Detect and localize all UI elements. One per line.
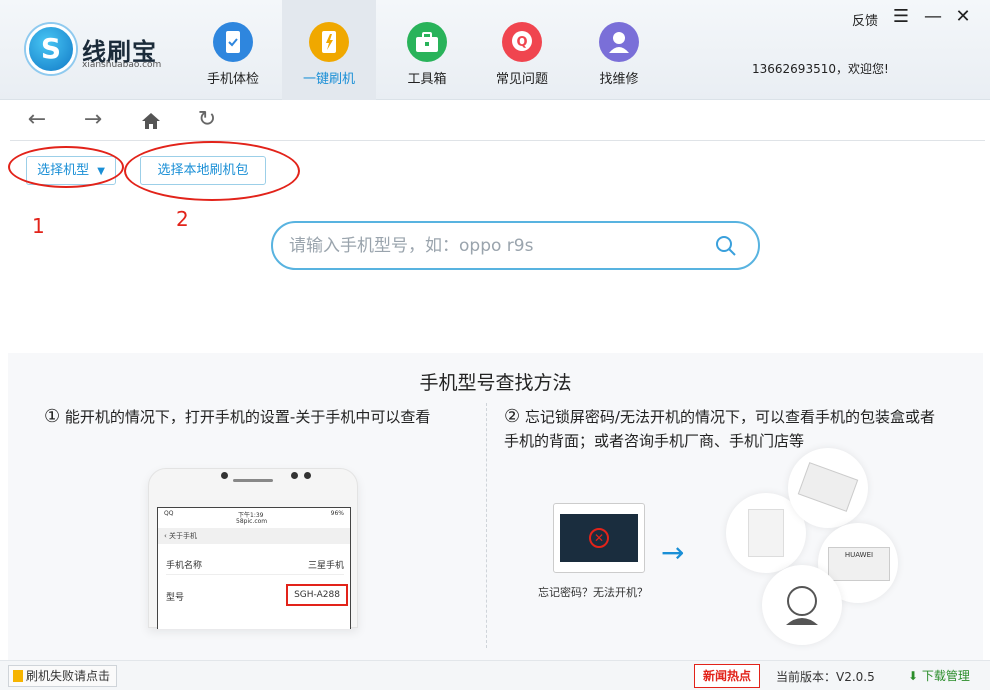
phone-status-bar: QQ 下午1:39 58pic.com 96%: [158, 508, 350, 528]
row-label: 手机名称: [166, 561, 203, 571]
annotation-ellipse-2: [124, 141, 300, 201]
tab-toolbox[interactable]: 工具箱: [380, 0, 474, 100]
status-left: QQ: [164, 510, 174, 517]
error-x-icon: ✕: [589, 528, 609, 548]
feedback-link[interactable]: 反馈: [852, 10, 878, 29]
repair-icon: [599, 22, 639, 62]
phone-check-icon: [213, 22, 253, 62]
phone-camera: [304, 472, 311, 479]
nav-toolbar: ← → ↻: [10, 100, 985, 141]
phone-screen: QQ 下午1:39 58pic.com 96% ‹ 关于手机 手机名称 三星手机…: [157, 507, 351, 629]
method-1-text: 能开机的情况下，打开手机的设置-关于手机中可以查看: [64, 408, 431, 426]
flash-fail-link[interactable]: 刷机失败请点击: [8, 665, 118, 687]
download-manager-link[interactable]: ⬇ 下载管理: [908, 667, 970, 684]
tab-one-click-flash[interactable]: 一键刷机: [282, 0, 376, 100]
phone-header: ‹ 关于手机: [158, 528, 350, 544]
method-1-number: ①: [44, 406, 61, 427]
tab-label: 工具箱: [407, 72, 447, 87]
box-lid: [797, 462, 859, 512]
method-2-text: 忘记锁屏密码/无法开机的情况下，可以查看手机的包装盒或者手机的背面；或者咨询手机…: [504, 408, 935, 450]
home-icon[interactable]: [136, 106, 166, 136]
phone-camera: [221, 472, 228, 479]
search-icon[interactable]: [714, 234, 738, 258]
phone-illustration: QQ 下午1:39 58pic.com 96% ‹ 关于手机 手机名称 三星手机…: [148, 468, 358, 629]
close-icon[interactable]: ✕: [952, 6, 974, 28]
help-title: 手机型号查找方法: [419, 372, 572, 394]
menu-icon[interactable]: ☰: [890, 6, 912, 28]
status-site: 58pic.com: [236, 518, 268, 525]
tab-label: 常见问题: [495, 72, 548, 87]
news-button[interactable]: 新闻热点: [694, 664, 760, 688]
box-lid-illustration: [788, 448, 868, 528]
download-icon: ⬇: [908, 669, 919, 683]
tab-label: 找维修: [599, 72, 639, 87]
logo-letter-s: S: [40, 32, 62, 65]
download-label: 下载管理: [921, 669, 970, 683]
version-label: 当前版本：V2.0.5: [776, 670, 875, 684]
locked-caption: 忘记密码？无法开机？: [538, 586, 648, 599]
locked-screen: ✕: [560, 514, 638, 562]
refresh-icon[interactable]: ↻: [192, 106, 222, 136]
user-greeting: 13662693510，欢迎您!: [752, 62, 889, 76]
back-icon[interactable]: ←: [22, 106, 52, 136]
svg-text:Q: Q: [516, 35, 527, 50]
support-agent-icon: [786, 586, 818, 625]
row-value: 三星手机: [307, 561, 344, 571]
arrow-right-icon: →: [661, 536, 685, 569]
faq-icon: Q: [502, 22, 542, 62]
method-2: ② 忘记锁屏密码/无法开机的情况下，可以查看手机的包装盒或者手机的背面；或者咨询…: [504, 405, 944, 453]
phone-camera: [291, 472, 298, 479]
search-box: [271, 221, 760, 270]
annotation-number-2: 2: [176, 207, 189, 231]
phone-speaker: [233, 479, 273, 482]
status-battery: 96%: [330, 510, 344, 517]
tab-label: 手机体检: [206, 72, 259, 87]
search-input[interactable]: [289, 233, 699, 259]
box-brand-label: HUAWEI: [844, 551, 874, 559]
tab-label: 一键刷机: [302, 72, 355, 87]
method-2-number: ②: [504, 406, 521, 427]
flash-icon: [309, 22, 349, 62]
brand-domain: xianshuabao.com: [82, 60, 162, 70]
locked-phone-illustration: ✕: [553, 503, 645, 573]
forward-icon[interactable]: →: [78, 106, 108, 136]
annotation-ellipse-1: [8, 146, 124, 188]
toolbox-icon: [407, 22, 447, 62]
phone-row-model: 型号 SGH-A288: [166, 584, 348, 606]
dashed-divider: [486, 403, 487, 648]
app-logo: S: [26, 24, 76, 74]
tab-faq[interactable]: Q 常见问题: [475, 0, 569, 100]
tab-phone-check[interactable]: 手机体检: [186, 0, 280, 100]
row-label: 型号: [166, 593, 185, 603]
status-footer: 刷机失败请点击 新闻热点 当前版本：V2.0.5 ⬇ 下载管理: [0, 660, 990, 690]
phone-header-title: 关于手机: [169, 532, 198, 540]
app-header: S 线刷宝 xianshuabao.com 手机体检 一键刷机 工具箱 Q 常见…: [0, 0, 990, 100]
box-front: [748, 509, 784, 557]
phone-row-divider: [166, 574, 344, 575]
warning-icon: [13, 670, 23, 682]
tab-repair[interactable]: 找维修: [572, 0, 666, 100]
phone-row-name: 手机名称 三星手机: [166, 558, 344, 571]
minimize-icon[interactable]: —: [922, 6, 944, 28]
model-highlight: SGH-A288: [286, 584, 348, 606]
annotation-number-1: 1: [32, 214, 45, 238]
method-1: ① 能开机的情况下，打开手机的设置-关于手机中可以查看: [44, 405, 474, 429]
flash-fail-label: 刷机失败请点击: [26, 669, 111, 683]
help-panel: 手机型号查找方法 ① 能开机的情况下，打开手机的设置-关于手机中可以查看 ② 忘…: [8, 353, 983, 660]
support-illustration: [762, 565, 842, 645]
